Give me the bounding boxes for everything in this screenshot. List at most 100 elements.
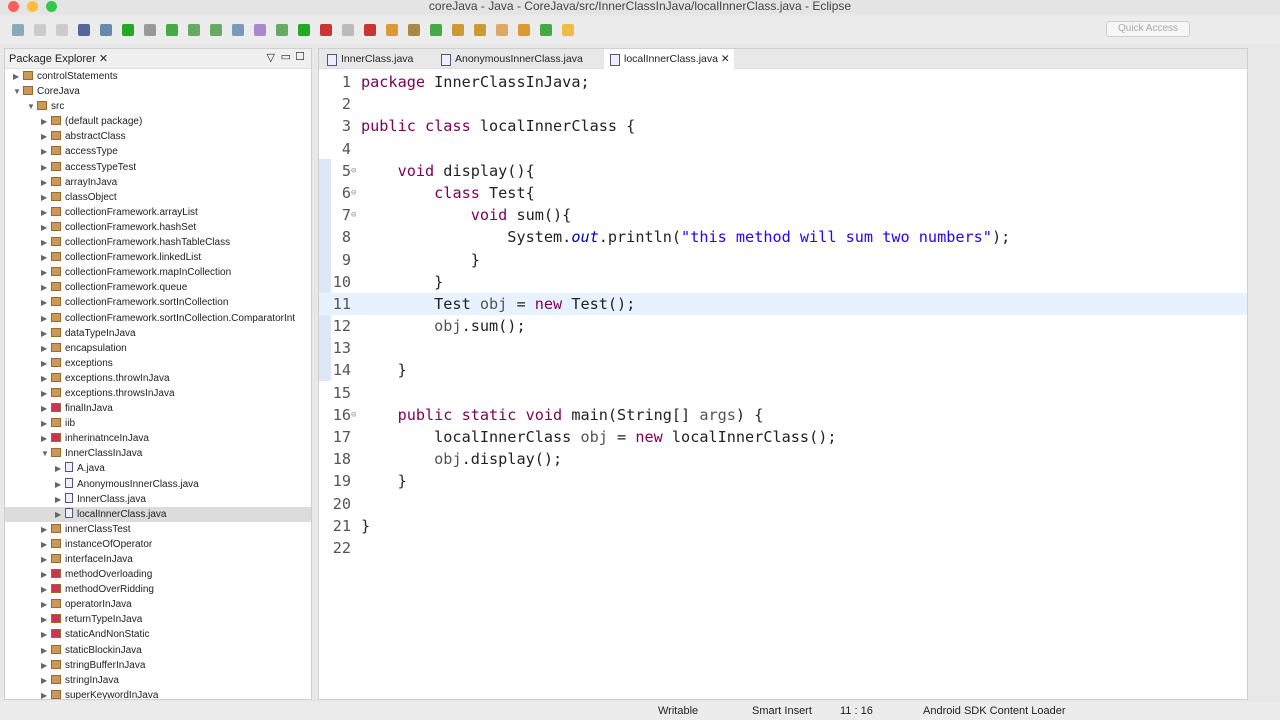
toolbar-button[interactable]: [430, 24, 442, 36]
fold-toggle-icon[interactable]: ⊖: [351, 404, 356, 426]
expand-arrow-icon[interactable]: ▶: [41, 190, 51, 205]
code-line[interactable]: 3 public class localInnerClass {: [319, 115, 1247, 137]
code-line[interactable]: 17 localInnerClass obj = new localInnerC…: [319, 426, 1247, 448]
zoom-window-button[interactable]: [46, 1, 57, 12]
tree-item[interactable]: ▶ (default package): [5, 114, 311, 129]
package-explorer-tab[interactable]: Package Explorer ✕: [9, 52, 108, 65]
toolbar-button[interactable]: [320, 24, 332, 36]
tree-item[interactable]: ▶ AnonymousInnerClass.java: [5, 477, 311, 492]
expand-arrow-icon[interactable]: ▶: [41, 160, 51, 175]
editor-tab[interactable]: InnerClass.java: [321, 49, 431, 69]
fold-toggle-icon[interactable]: ⊖: [351, 204, 356, 226]
expand-arrow-icon[interactable]: ▶: [41, 311, 51, 326]
expand-arrow-icon[interactable]: ▶: [41, 265, 51, 280]
minimize-window-button[interactable]: [27, 1, 38, 12]
code-line[interactable]: 15: [319, 382, 1247, 404]
toolbar-button[interactable]: [364, 24, 376, 36]
tree-item[interactable]: ▶ exceptions.throwInJava: [5, 371, 311, 386]
tree-item[interactable]: ▶ staticBlockinJava: [5, 643, 311, 658]
expand-arrow-icon[interactable]: ▶: [41, 416, 51, 431]
expand-arrow-icon[interactable]: ▼: [27, 99, 37, 114]
expand-arrow-icon[interactable]: ▶: [41, 250, 51, 265]
toolbar-button[interactable]: [298, 24, 310, 36]
code-line[interactable]: 4: [319, 138, 1247, 160]
toolbar-button[interactable]: [232, 24, 244, 36]
tree-item[interactable]: ▼ CoreJava: [5, 84, 311, 99]
expand-arrow-icon[interactable]: ▶: [41, 643, 51, 658]
code-line[interactable]: 5 ⊖ void display(){: [319, 160, 1247, 182]
maximize-icon[interactable]: ☐: [295, 50, 305, 63]
expand-arrow-icon[interactable]: ▶: [55, 461, 65, 476]
code-line[interactable]: 9 }: [319, 249, 1247, 271]
code-area[interactable]: 1 package InnerClassInJava; 2 3 public class…: [319, 71, 1247, 559]
toolbar-button[interactable]: [188, 24, 200, 36]
toolbar-button[interactable]: [254, 24, 266, 36]
toolbar-button[interactable]: [518, 24, 530, 36]
code-line[interactable]: 20: [319, 493, 1247, 515]
expand-arrow-icon[interactable]: ▶: [55, 507, 65, 522]
expand-arrow-icon[interactable]: ▶: [41, 386, 51, 401]
expand-arrow-icon[interactable]: ▶: [41, 114, 51, 129]
editor-tab[interactable]: localInnerClass.java ✕: [604, 49, 734, 69]
toolbar-button[interactable]: [276, 24, 288, 36]
minimize-icon[interactable]: ▭: [281, 50, 291, 63]
tree-item[interactable]: ▶ methodOverRidding: [5, 582, 311, 597]
tree-item[interactable]: ▶ instanceOfOperator: [5, 537, 311, 552]
tree-item[interactable]: ▶ inherinatnceInJava: [5, 431, 311, 446]
view-menu-icon[interactable]: ▽: [267, 51, 275, 64]
code-line[interactable]: 2: [319, 93, 1247, 115]
tree-item[interactable]: ▶ exceptions.throwsInJava: [5, 386, 311, 401]
expand-arrow-icon[interactable]: ▶: [41, 582, 51, 597]
close-tab-icon[interactable]: ✕: [718, 53, 730, 65]
code-line[interactable]: 13: [319, 337, 1247, 359]
tree-item[interactable]: ▶ collectionFramework.sortInCollection: [5, 295, 311, 310]
expand-arrow-icon[interactable]: ▶: [41, 401, 51, 416]
expand-arrow-icon[interactable]: ▼: [41, 446, 51, 461]
toolbar-button[interactable]: [78, 24, 90, 36]
expand-arrow-icon[interactable]: ▶: [41, 356, 51, 371]
toolbar-button[interactable]: [386, 24, 398, 36]
tree-item[interactable]: ▶ localInnerClass.java: [5, 506, 311, 522]
expand-arrow-icon[interactable]: ▶: [55, 477, 65, 492]
code-line[interactable]: 8 System.out.println("this method will s…: [319, 226, 1247, 248]
fold-toggle-icon[interactable]: ⊖: [351, 182, 356, 204]
tree-item[interactable]: ▼ src: [5, 99, 311, 114]
expand-arrow-icon[interactable]: ▶: [41, 220, 51, 235]
tree-item[interactable]: ▶ methodOverloading: [5, 567, 311, 582]
tree-item[interactable]: ▶ A.java: [5, 461, 311, 476]
expand-arrow-icon[interactable]: ▶: [41, 658, 51, 673]
expand-arrow-icon[interactable]: ▶: [41, 612, 51, 627]
tree-item[interactable]: ▶ accessTypeTest: [5, 160, 311, 175]
close-window-button[interactable]: [8, 1, 19, 12]
expand-arrow-icon[interactable]: ▶: [41, 431, 51, 446]
tree-item[interactable]: ▶ abstractClass: [5, 129, 311, 144]
tree-item[interactable]: ▶ collectionFramework.hashTableClass: [5, 235, 311, 250]
code-line[interactable]: 22: [319, 537, 1247, 559]
fold-toggle-icon[interactable]: ⊖: [351, 160, 356, 182]
tree-item[interactable]: ▶ stringInJava: [5, 673, 311, 688]
tree-item[interactable]: ▶ encapsulation: [5, 341, 311, 356]
toolbar-button[interactable]: [122, 24, 134, 36]
expand-arrow-icon[interactable]: ▼: [13, 84, 23, 99]
expand-arrow-icon[interactable]: ▶: [41, 627, 51, 642]
code-line[interactable]: 1 package InnerClassInJava;: [319, 71, 1247, 93]
toolbar-button[interactable]: [100, 24, 112, 36]
expand-arrow-icon[interactable]: ▶: [41, 597, 51, 612]
toolbar-button[interactable]: [474, 24, 486, 36]
tree-item[interactable]: ▶ stringBufferInJava: [5, 658, 311, 673]
toolbar-button[interactable]: [210, 24, 222, 36]
editor-tab[interactable]: AnonymousInnerClass.java: [435, 49, 600, 69]
expand-arrow-icon[interactable]: ▶: [41, 326, 51, 341]
toolbar-button[interactable]: [144, 24, 156, 36]
code-line[interactable]: 11 Test obj = new Test();: [319, 292, 1247, 316]
tree-item[interactable]: ▶ collectionFramework.hashSet: [5, 220, 311, 235]
tree-item[interactable]: ▶ staticAndNonStatic: [5, 627, 311, 642]
expand-arrow-icon[interactable]: ▶: [41, 688, 51, 699]
expand-arrow-icon[interactable]: ▶: [41, 552, 51, 567]
expand-arrow-icon[interactable]: ▶: [13, 69, 23, 84]
tree-item[interactable]: ▶ dataTypeInJava: [5, 326, 311, 341]
toolbar-button[interactable]: [166, 24, 178, 36]
tree-item[interactable]: ▶ operatorInJava: [5, 597, 311, 612]
code-line[interactable]: 14 }: [319, 359, 1247, 381]
quick-access-input[interactable]: Quick Access: [1106, 21, 1190, 37]
